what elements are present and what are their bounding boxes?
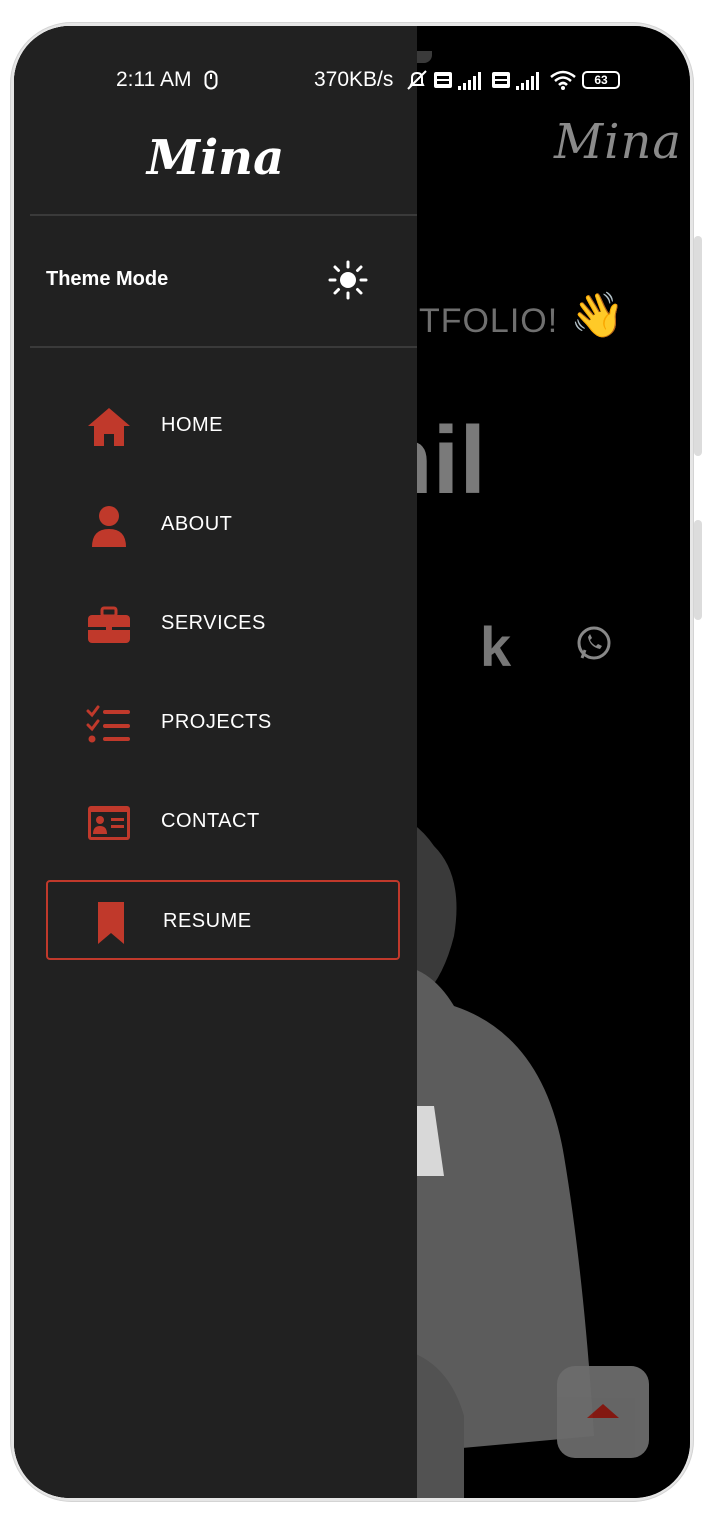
nav-item-services[interactable]: SERVICES [46, 584, 400, 664]
power-button [694, 520, 702, 620]
divider [30, 214, 417, 216]
waving-hand-icon: 👋 [570, 291, 625, 340]
scroll-top-button[interactable] [557, 1366, 649, 1458]
briefcase-icon [88, 606, 130, 643]
status-network-speed: 370KB/s [314, 68, 394, 91]
nav-item-contact[interactable]: CONTACT [46, 782, 400, 862]
arrow-up-icon [587, 1404, 619, 1418]
nav-label-resume: RESUME [163, 910, 252, 932]
whatsapp-icon [577, 626, 611, 660]
theme-mode-label: Theme Mode [46, 268, 169, 290]
volume-button [694, 236, 702, 456]
muted-bell-icon [407, 70, 427, 90]
volte-icon [434, 72, 452, 88]
sun-icon[interactable] [328, 260, 368, 300]
id-card-icon [88, 806, 130, 840]
status-bar: 2:11 AM 370KB/s 63 [14, 26, 690, 91]
bookmark-icon [98, 902, 124, 944]
nav-label-contact: CONTACT [161, 810, 260, 832]
background-logo: Mina [554, 114, 683, 170]
home-icon [88, 408, 130, 446]
status-icons: 63 [406, 68, 620, 92]
tasks-list-icon [86, 705, 130, 743]
volte-icon [492, 72, 510, 88]
nav-label-services: SERVICES [161, 612, 266, 634]
navigation-drawer: Mina Theme Mode HOME ABOUT SERVICES PROJ… [14, 26, 417, 1498]
battery-level: 63 [594, 73, 608, 87]
social-k-icon: k [480, 615, 512, 678]
nav-item-projects[interactable]: PROJECTS [46, 683, 400, 763]
nav-item-about[interactable]: ABOUT [46, 485, 400, 565]
mouse-icon [204, 70, 218, 90]
nav-item-home[interactable]: HOME [46, 386, 400, 466]
nav-label-projects: PROJECTS [161, 711, 272, 733]
signal-icon [516, 72, 539, 90]
background-welcome-text: RTFOLIO! [394, 302, 559, 340]
screen: Mina RTFOLIO! 👋 nil ) k Mina Theme Mode [14, 26, 690, 1498]
wifi-icon [550, 70, 576, 90]
nav-label-about: ABOUT [161, 513, 233, 535]
divider [30, 346, 417, 348]
user-icon [92, 506, 126, 547]
drawer-logo[interactable]: Mina [14, 130, 417, 186]
battery-icon: 63 [582, 71, 620, 89]
nav-label-home: HOME [161, 414, 223, 436]
nav-item-resume[interactable]: RESUME [46, 880, 400, 960]
status-time: 2:11 AM [116, 68, 192, 91]
signal-icon [458, 72, 481, 90]
